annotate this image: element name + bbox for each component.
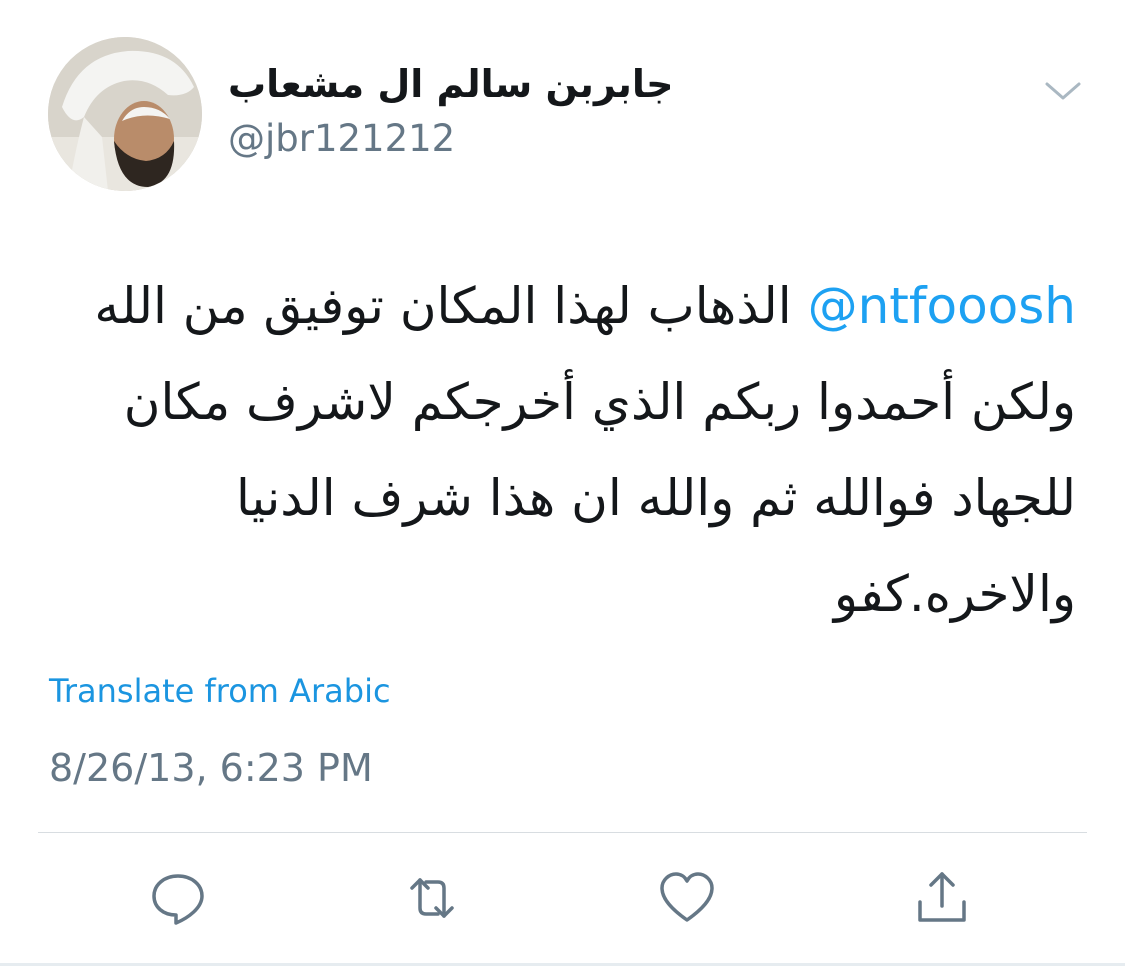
tweet-text: @ntfooosh الذهاب لهذا المكان توفيق من ال… <box>40 258 1076 642</box>
avatar-image <box>48 37 202 191</box>
retweet-icon[interactable] <box>402 868 462 928</box>
tweet-text-segment: الذهاب لهذا المكان توفيق من الله <box>94 277 792 335</box>
avatar[interactable] <box>48 37 202 191</box>
tweet-timestamp: 8/26/13, 6:23 PM <box>49 746 373 790</box>
tweet-text-line: والاخره.كفو <box>833 565 1076 623</box>
user-handle[interactable]: @jbr121212 <box>228 117 455 160</box>
reply-icon[interactable] <box>148 868 208 928</box>
translate-link[interactable]: Translate from Arabic <box>49 672 391 710</box>
tweet-card: جابربن سالم ال مشعاب @jbr121212 @ntfooos… <box>0 0 1125 966</box>
tweet-text-line: للجهاد فوالله ثم والله ان هذا شرف الدنيا <box>236 469 1076 527</box>
tweet-text-line: ولكن أحمدوا ربكم الذي أخرجكم لاشرف مكان <box>123 373 1076 431</box>
divider <box>38 832 1087 833</box>
chevron-down-icon[interactable] <box>1043 76 1083 104</box>
tweet-text-line: @ntfooosh الذهاب لهذا المكان توفيق من ال… <box>40 258 1076 354</box>
like-heart-icon[interactable] <box>657 868 717 928</box>
display-name[interactable]: جابربن سالم ال مشعاب <box>228 62 674 106</box>
share-icon[interactable] <box>912 868 972 928</box>
mention-link[interactable]: @ntfooosh <box>808 277 1076 335</box>
